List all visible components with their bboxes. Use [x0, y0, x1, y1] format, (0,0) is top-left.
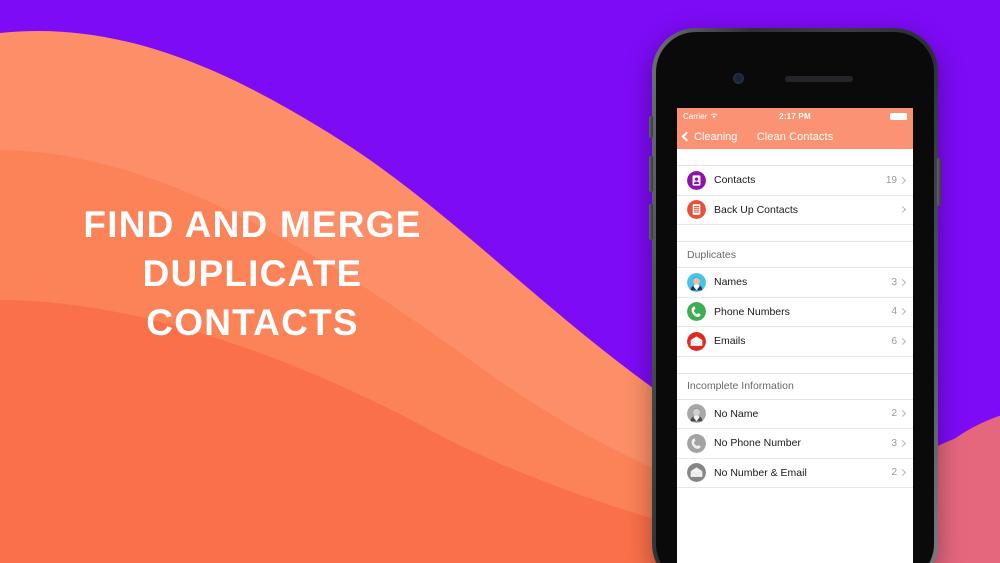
mute-switch[interactable]	[649, 116, 653, 138]
volume-down-button[interactable]	[649, 204, 653, 240]
status-bar: Carrier 2:17 PM	[677, 108, 913, 124]
section-header-incomplete-information: Incomplete Information	[677, 373, 913, 400]
nav-bar: Cleaning Clean Contacts	[677, 124, 913, 149]
list-item-count: 19	[885, 174, 897, 186]
back-button-label: Cleaning	[694, 130, 738, 143]
screen-content: Contacts 19 Back Up Contacts Duplicates …	[677, 149, 913, 563]
phone-mockup: Carrier 2:17 PM Cleaning Clean Contacts …	[649, 28, 941, 563]
promo-banner: Find and Merge Duplicate Contacts Carrie…	[0, 0, 1000, 563]
power-button[interactable]	[937, 158, 941, 206]
list-item-count: 2	[891, 408, 897, 420]
list-item-label: Emails	[714, 335, 746, 348]
chevron-right-icon	[898, 308, 907, 316]
list-item-count: 4	[891, 306, 897, 318]
list-item-label: No Number & Email	[714, 466, 807, 479]
list-item-label: Names	[714, 276, 748, 289]
section-spacer-1	[677, 225, 913, 242]
headline-line-1: Find and Merge	[83, 204, 422, 245]
volume-up-button[interactable]	[649, 156, 653, 192]
status-bar-time: 2:17 PM	[779, 111, 811, 121]
list-item-names[interactable]: Names 3	[677, 268, 913, 298]
envelope-gray-icon	[687, 463, 706, 483]
list-item-emails[interactable]: Emails 6	[677, 327, 913, 357]
list-top-spacer	[677, 149, 913, 166]
list-item-count: 3	[891, 437, 897, 449]
section-spacer-2	[677, 356, 913, 374]
list-item-no-name[interactable]: No Name 2	[677, 399, 913, 429]
list-item-phone-numbers[interactable]: Phone Numbers 4	[677, 297, 913, 327]
headline: Find and Merge Duplicate Contacts	[0, 200, 505, 347]
headline-line-3: Contacts	[146, 302, 359, 343]
list-item-contacts[interactable]: Contacts 19	[677, 166, 913, 196]
back-button[interactable]: Cleaning	[681, 130, 738, 143]
list-item-label: No Name	[714, 407, 759, 420]
headline-line-2: Duplicate	[142, 253, 363, 294]
chevron-right-icon	[898, 176, 907, 184]
front-camera-icon	[733, 73, 744, 84]
list-item-label: Back Up Contacts	[714, 203, 799, 216]
list-item-no-phone-number[interactable]: No Phone Number 3	[677, 429, 913, 459]
list-item-count: 3	[891, 276, 897, 288]
chevron-right-icon	[898, 410, 907, 418]
list-item-count: 2	[891, 467, 897, 479]
phone-handset-icon	[687, 302, 706, 322]
phone-handset-gray-icon	[687, 433, 706, 453]
list-item-back-up-contacts[interactable]: Back Up Contacts	[677, 195, 913, 225]
chevron-right-icon	[898, 439, 907, 447]
chevron-left-icon	[681, 131, 692, 142]
phone-body: Carrier 2:17 PM Cleaning Clean Contacts …	[656, 32, 934, 563]
section-incomplete-information: No Name 2 No Phone Number 3 No Number & …	[677, 399, 913, 488]
list-item-label: Phone Numbers	[714, 305, 790, 318]
list-item-count: 6	[891, 335, 897, 347]
earpiece-speaker-icon	[785, 76, 853, 82]
section-main: Contacts 19 Back Up Contacts	[677, 166, 913, 225]
backup-list-icon	[687, 200, 706, 220]
app-screen: Carrier 2:17 PM Cleaning Clean Contacts …	[677, 108, 913, 563]
person-avatar-gray-icon	[687, 404, 706, 424]
list-item-label: Contacts	[714, 174, 756, 187]
chevron-right-icon	[898, 337, 907, 345]
chevron-right-icon	[898, 469, 907, 477]
contact-card-icon	[687, 170, 706, 190]
person-avatar-icon	[687, 272, 706, 292]
list-empty-area	[677, 488, 913, 563]
chevron-right-icon	[898, 206, 907, 214]
chevron-right-icon	[898, 278, 907, 286]
list-item-label: No Phone Number	[714, 437, 801, 450]
section-header-duplicates: Duplicates	[677, 242, 913, 268]
list-item-no-number-and-email[interactable]: No Number & Email 2	[677, 458, 913, 488]
section-duplicates: Names 3 Phone Numbers 4 Emails 6	[677, 268, 913, 357]
envelope-icon	[687, 331, 706, 351]
